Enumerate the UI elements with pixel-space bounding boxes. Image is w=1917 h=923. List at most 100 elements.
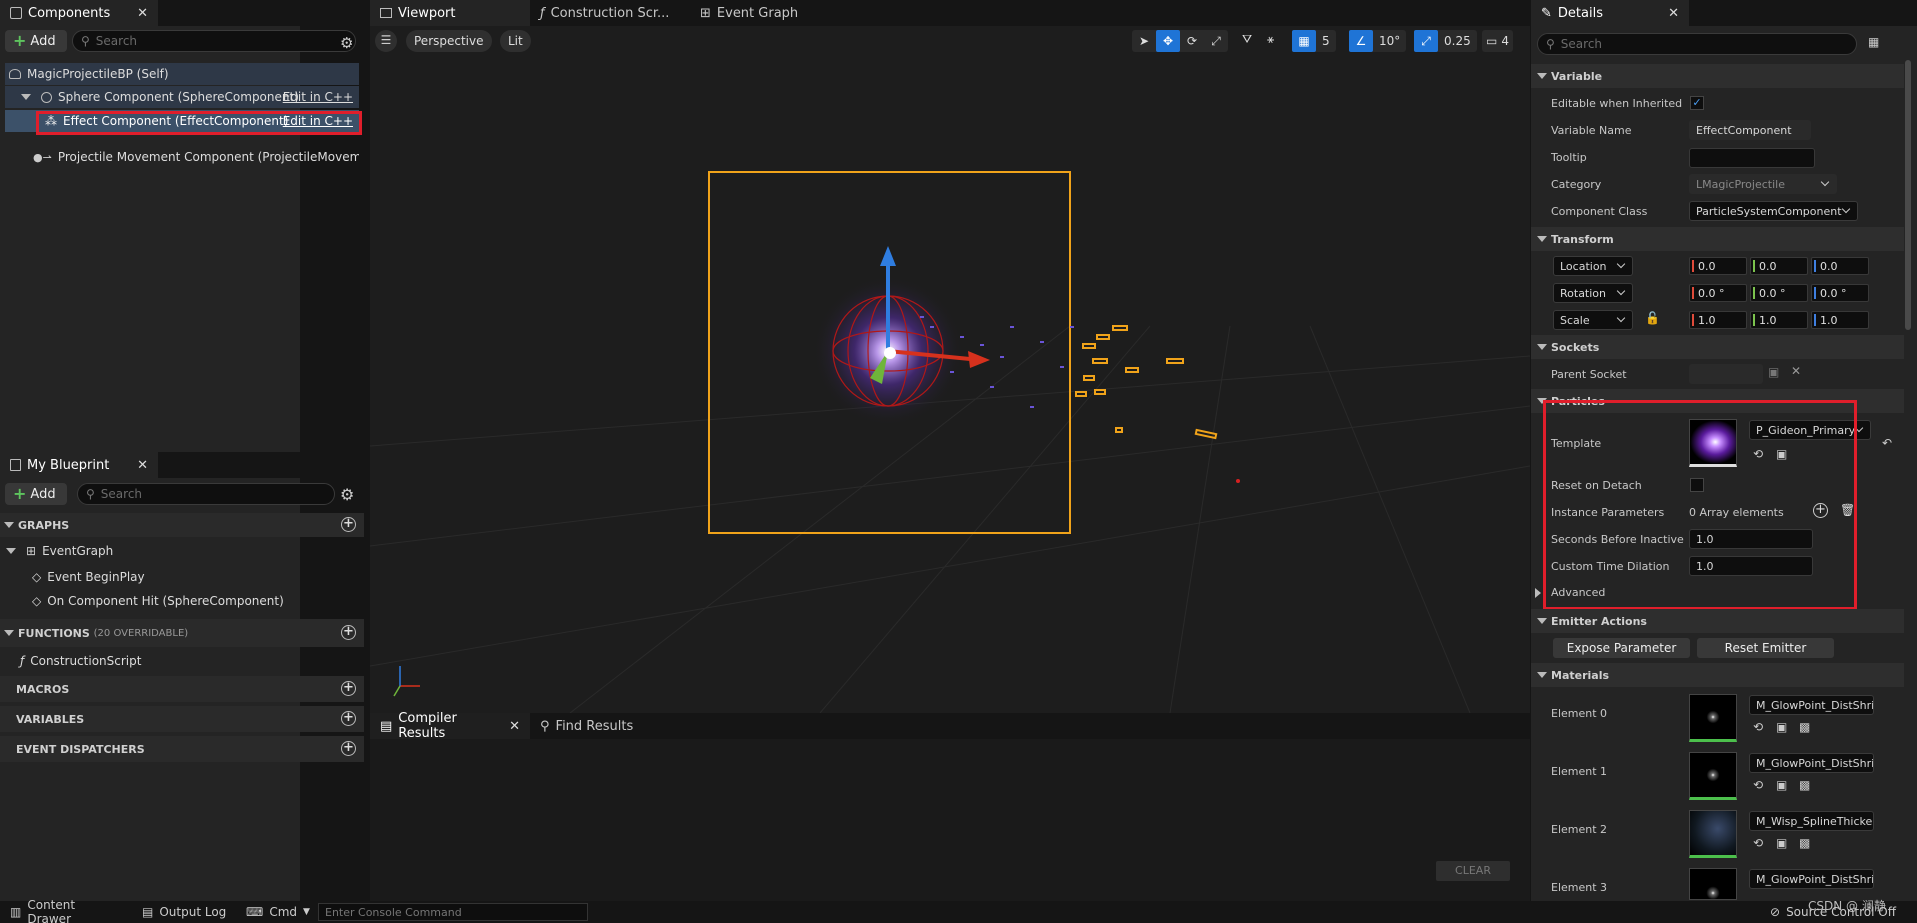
settings-gear-icon[interactable]: ⚙ — [340, 485, 354, 504]
graphs-section[interactable]: GRAPHS + — [0, 513, 364, 537]
component-class-dropdown[interactable]: ParticleSystemComponent — [1689, 201, 1858, 221]
tree-item-sphere[interactable]: Sphere Component (SphereComponent) Edit … — [5, 86, 359, 108]
surface-snap-icon[interactable]: ⚹ — [1267, 32, 1274, 47]
browse-socket-icon[interactable]: ▣ — [1768, 365, 1779, 379]
lock-icon[interactable]: 🔓 — [1645, 311, 1660, 325]
material-element-3-dropdown[interactable]: M_GlowPoint_DistShrink — [1749, 869, 1874, 889]
details-search-input[interactable] — [1560, 37, 1848, 51]
material-element-1-dropdown[interactable]: M_GlowPoint_DistShrink — [1749, 753, 1874, 773]
clear-socket-icon[interactable]: ✕ — [1791, 364, 1801, 378]
material-element-2-thumbnail[interactable] — [1689, 810, 1737, 858]
add-macro-icon[interactable]: + — [341, 681, 356, 696]
tab-find-results[interactable]: ⚲ Find Results — [530, 713, 670, 739]
select-tool-icon[interactable]: ➤ — [1132, 34, 1156, 48]
content-drawer-button[interactable]: ▥ Content Drawer — [0, 898, 132, 923]
clear-button[interactable]: CLEAR — [1436, 861, 1510, 881]
close-icon[interactable]: ✕ — [509, 719, 520, 734]
event-beginplay-item[interactable]: ◇ Event BeginPlay — [0, 565, 364, 589]
table-view-icon[interactable]: ▦ — [1868, 35, 1879, 49]
browse-asset-icon[interactable]: ▣ — [1776, 778, 1787, 792]
add-component-button[interactable]: + Add — [5, 30, 67, 52]
construction-script-item[interactable]: ƒ ConstructionScript — [0, 647, 364, 675]
checker-icon[interactable]: ▩ — [1799, 778, 1810, 792]
variable-name-input[interactable]: EffectComponent — [1689, 120, 1811, 140]
sockets-section[interactable]: Sockets — [1531, 335, 1904, 359]
material-element-2-dropdown[interactable]: M_Wisp_SplineThicken_ — [1749, 811, 1874, 831]
add-dispatcher-icon[interactable]: + — [341, 741, 356, 756]
materials-section[interactable]: Materials — [1531, 663, 1904, 687]
location-x[interactable]: 0.0 — [1689, 257, 1747, 275]
add-function-icon[interactable]: + — [341, 625, 356, 640]
translate-tool-icon[interactable]: ✥ — [1156, 30, 1180, 52]
scale-snap-icon[interactable]: ⤢ — [1414, 30, 1438, 52]
source-control-button[interactable]: ⊘ Source Control Off — [1770, 905, 1896, 919]
components-search-input[interactable] — [95, 34, 347, 48]
blueprint-search[interactable]: ⚲ — [77, 483, 335, 505]
tab-viewport[interactable]: Viewport — [370, 0, 530, 26]
tooltip-input[interactable] — [1689, 148, 1815, 168]
expand-arrow-icon[interactable] — [21, 94, 31, 100]
material-element-0-thumbnail[interactable] — [1689, 694, 1737, 742]
rotation-y[interactable]: 0.0 ° — [1750, 284, 1808, 302]
transform-section[interactable]: Transform — [1531, 227, 1904, 251]
components-search[interactable]: ⚲ — [72, 30, 356, 52]
dispatchers-section[interactable]: EVENT DISPATCHERS + — [0, 736, 364, 762]
camera-speed[interactable]: ▭ 4 — [1482, 30, 1513, 52]
scale-tool-icon[interactable]: ⤢ — [1204, 34, 1228, 49]
tab-my-blueprint[interactable]: My Blueprint ✕ — [0, 452, 158, 478]
on-component-hit-item[interactable]: ◇ On Component Hit (SphereComponent) — [0, 589, 364, 613]
settings-gear-icon[interactable]: ⚙ — [340, 34, 353, 52]
world-local-icon[interactable]: ⛛ — [1242, 32, 1252, 47]
details-search[interactable]: ⚲ — [1537, 33, 1857, 55]
rotation-x[interactable]: 0.0 ° — [1689, 284, 1747, 302]
tab-event-graph[interactable]: ⊞ Event Graph — [690, 0, 850, 26]
blueprint-search-input[interactable] — [100, 487, 326, 501]
add-variable-icon[interactable]: + — [341, 711, 356, 726]
lit-button[interactable]: Lit — [500, 30, 531, 52]
parent-socket-input[interactable] — [1689, 364, 1763, 384]
material-element-3-thumbnail[interactable] — [1689, 868, 1737, 900]
rotation-snap-icon[interactable]: ∠ — [1349, 30, 1373, 52]
checker-icon[interactable]: ▩ — [1799, 836, 1810, 850]
details-scrollbar[interactable] — [1905, 60, 1911, 330]
add-blueprint-item-button[interactable]: + Add — [5, 483, 67, 505]
output-log-button[interactable]: ▤ Output Log — [132, 905, 238, 919]
tab-components[interactable]: Components ✕ — [0, 0, 158, 26]
rotation-z[interactable]: 0.0 ° — [1811, 284, 1869, 302]
scale-z[interactable]: 1.0 — [1811, 311, 1869, 329]
checker-icon[interactable]: ▩ — [1799, 720, 1810, 734]
variable-section[interactable]: Variable — [1531, 64, 1904, 88]
viewport-menu-button[interactable]: ☰ — [375, 30, 397, 52]
macros-section[interactable]: MACROS + — [0, 676, 364, 702]
add-graph-icon[interactable]: + — [341, 517, 356, 532]
category-dropdown[interactable]: LMagicProjectile — [1689, 174, 1837, 194]
material-element-1-thumbnail[interactable] — [1689, 752, 1737, 800]
emitter-actions-section[interactable]: Emitter Actions — [1531, 609, 1904, 633]
use-selected-icon[interactable]: ⟲ — [1753, 836, 1763, 850]
rotation-snap[interactable]: ∠ 10° — [1349, 30, 1407, 52]
use-selected-icon[interactable]: ⟲ — [1753, 720, 1763, 734]
grid-snap[interactable]: ▦ 5 — [1292, 30, 1336, 52]
location-y[interactable]: 0.0 — [1750, 257, 1808, 275]
material-element-0-dropdown[interactable]: M_GlowPoint_DistShrink — [1749, 695, 1874, 715]
scale-y[interactable]: 1.0 — [1750, 311, 1808, 329]
event-graph-item[interactable]: ⊞ EventGraph — [0, 537, 364, 565]
viewport-canvas[interactable]: ☰ Perspective Lit ➤ ✥ ⟳ ⤢ ⛛ ⚹ ▦ 5 ∠ 10° … — [370, 26, 1530, 713]
reset-emitter-button[interactable]: Reset Emitter — [1697, 638, 1834, 658]
editable-checkbox[interactable]: ✓ — [1690, 96, 1704, 110]
grid-snap-icon[interactable]: ▦ — [1292, 30, 1316, 52]
tree-item-self[interactable]: MagicProjectileBP (Self) — [5, 63, 359, 85]
close-icon[interactable]: ✕ — [137, 458, 148, 473]
location-z[interactable]: 0.0 — [1811, 257, 1869, 275]
console-command-input[interactable] — [318, 903, 588, 921]
rotation-dropdown[interactable]: Rotation — [1553, 283, 1633, 303]
close-icon[interactable]: ✕ — [137, 6, 148, 21]
use-selected-icon[interactable]: ⟲ — [1753, 778, 1763, 792]
tab-details[interactable]: ✎ Details ✕ — [1531, 0, 1689, 26]
scale-snap[interactable]: ⤢ 0.25 — [1414, 30, 1477, 52]
functions-section[interactable]: FUNCTIONS (20 OVERRIDABLE) + — [0, 619, 364, 647]
browse-asset-icon[interactable]: ▣ — [1776, 720, 1787, 734]
perspective-button[interactable]: Perspective — [406, 30, 492, 52]
tab-compiler-results[interactable]: ▤ Compiler Results ✕ — [370, 711, 530, 741]
rotate-tool-icon[interactable]: ⟳ — [1180, 34, 1204, 48]
